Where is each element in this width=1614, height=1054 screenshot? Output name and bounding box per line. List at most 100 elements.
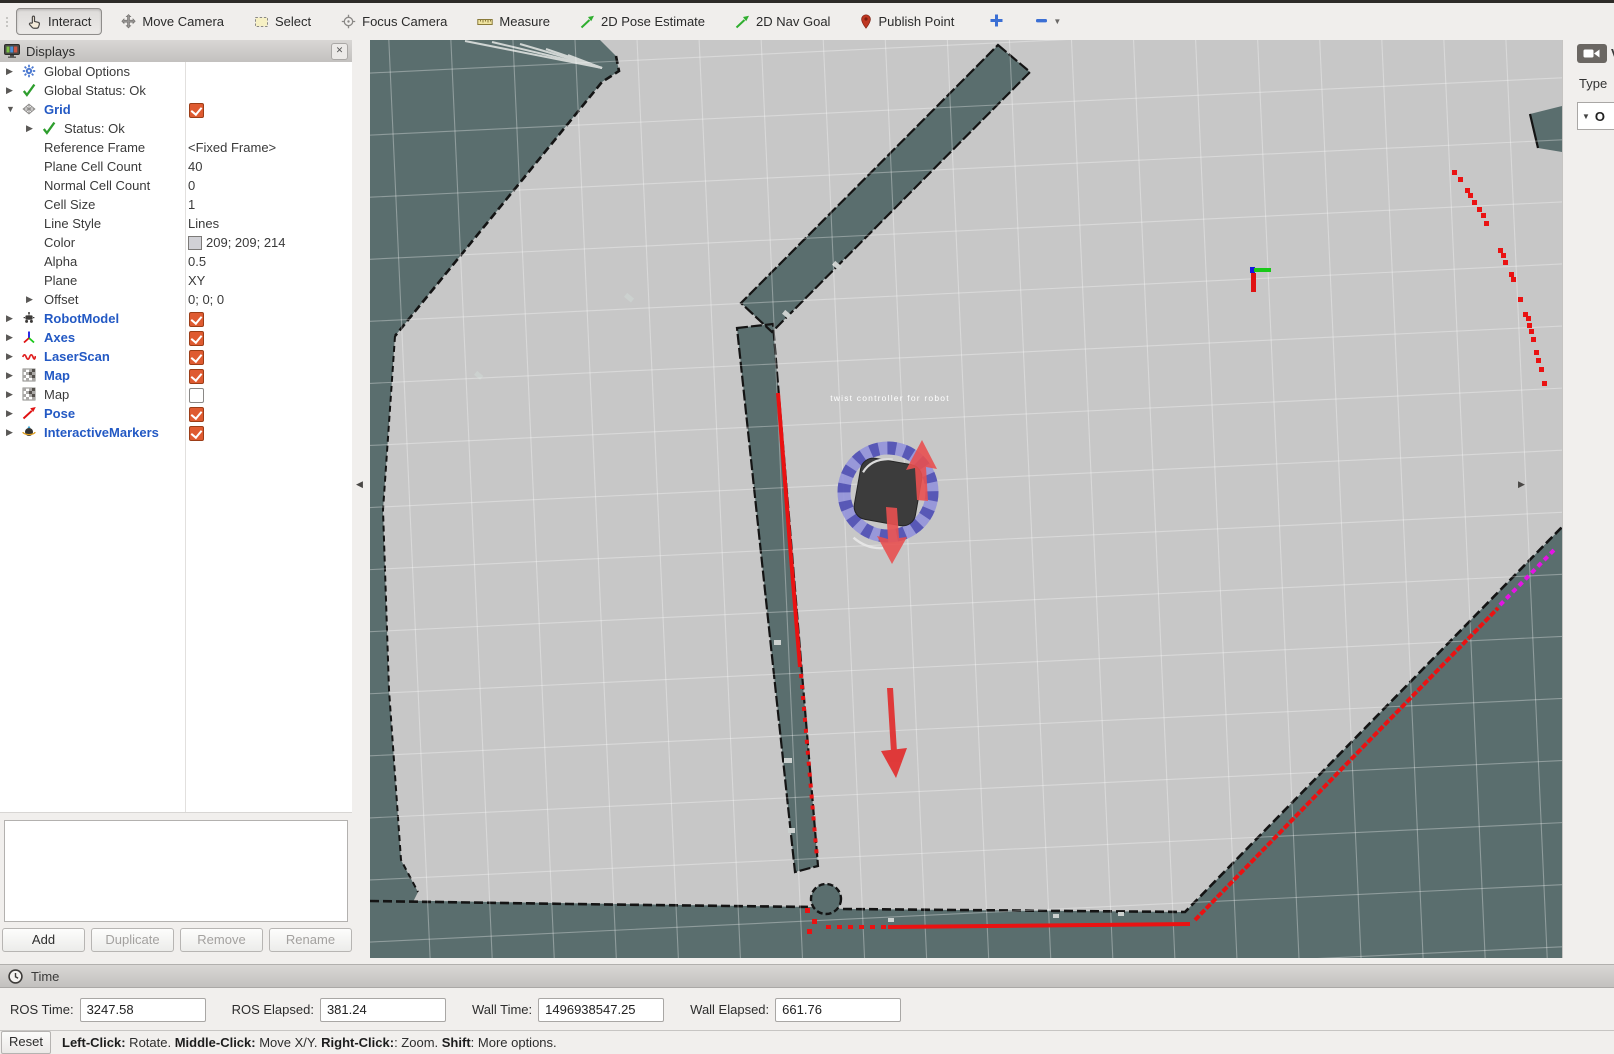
status-bar: Reset Left-Click: Rotate. Middle-Click: … xyxy=(0,1030,1614,1054)
tree-row-global-options[interactable]: ▶Global Options xyxy=(0,62,352,81)
render-viewport[interactable]: twist controller for robot xyxy=(370,40,1562,958)
green-arrow-icon xyxy=(580,15,595,29)
interactive-marker-icon xyxy=(22,425,36,444)
rename-button[interactable]: Rename xyxy=(269,928,352,952)
duplicate-button[interactable]: Duplicate xyxy=(91,928,174,952)
tree-row-laserscan[interactable]: ▶LaserScan xyxy=(0,347,352,366)
displays-panel-header[interactable]: Displays ✕ xyxy=(0,40,352,63)
tree-row-plane-cell-count[interactable]: Plane Cell Count40 xyxy=(0,157,352,176)
tree-row-map[interactable]: ▶Map xyxy=(0,385,352,404)
property-value[interactable]: 0 xyxy=(188,176,195,195)
expand-icon[interactable]: ▶ xyxy=(6,423,13,442)
hint-key: Right-Click: xyxy=(321,1035,394,1050)
enabled-checkbox-checked[interactable] xyxy=(189,350,204,365)
tool-plus[interactable] xyxy=(983,9,1010,35)
expand-icon[interactable]: ▶ xyxy=(6,385,13,404)
tree-row-offset[interactable]: ▶Offset0; 0; 0 xyxy=(0,290,352,309)
tree-row-axes[interactable]: ▶Axes xyxy=(0,328,352,347)
toolbar-drag-handle[interactable] xyxy=(2,10,12,34)
tree-row-label: Status: Ok xyxy=(64,119,125,138)
tool-interact[interactable]: Interact xyxy=(16,8,102,35)
tree-row-reference-frame[interactable]: Reference Frame<Fixed Frame> xyxy=(0,138,352,157)
property-value[interactable]: 209; 209; 214 xyxy=(188,233,286,252)
property-value-text: 1 xyxy=(188,195,195,214)
time-field-label: ROS Elapsed: xyxy=(232,1002,314,1017)
tool-measure[interactable]: Measure xyxy=(466,8,561,35)
enabled-checkbox-checked[interactable] xyxy=(189,312,204,327)
enabled-checkbox-unchecked[interactable] xyxy=(189,388,204,403)
enabled-checkbox-checked[interactable] xyxy=(189,331,204,346)
hint-action: : More options. xyxy=(471,1035,557,1050)
expand-icon[interactable]: ▶ xyxy=(26,290,33,309)
property-value[interactable]: 0; 0; 0 xyxy=(188,290,224,309)
time-fields: ROS Time:ROS Elapsed:Wall Time:Wall Elap… xyxy=(0,989,1614,1030)
property-value[interactable]: 40 xyxy=(188,157,202,176)
enabled-checkbox-checked[interactable] xyxy=(189,103,204,118)
select-icon xyxy=(254,15,269,29)
tree-row-plane[interactable]: Plane XY xyxy=(0,271,352,290)
time-field-input[interactable] xyxy=(320,998,446,1022)
tool-label: Publish Point xyxy=(878,14,954,29)
reset-button[interactable]: Reset xyxy=(1,1031,51,1054)
expand-icon[interactable]: ▶ xyxy=(26,119,33,138)
tree-row-map[interactable]: ▶Map xyxy=(0,366,352,385)
pin-icon xyxy=(860,14,872,29)
remove-button[interactable]: Remove xyxy=(180,928,263,952)
tree-row-normal-cell-count[interactable]: Normal Cell Count0 xyxy=(0,176,352,195)
tree-row-interactivemarkers[interactable]: ▶InteractiveMarkers xyxy=(0,423,352,442)
expand-icon[interactable]: ▶ xyxy=(6,81,13,100)
property-value-text: 40 xyxy=(188,157,202,176)
views-type-dropdown[interactable]: ▼ O xyxy=(1577,102,1614,130)
tree-row-robotmodel[interactable]: ▶RobotModel xyxy=(0,309,352,328)
expand-icon[interactable]: ▶ xyxy=(6,347,13,366)
enabled-checkbox-checked[interactable] xyxy=(189,426,204,441)
tree-row-grid[interactable]: ▼ Grid xyxy=(0,100,352,119)
expand-icon[interactable]: ▶ xyxy=(6,366,13,385)
tree-row-cell-size[interactable]: Cell Size1 xyxy=(0,195,352,214)
tool-select[interactable]: Select xyxy=(243,8,322,35)
property-value[interactable]: XY xyxy=(188,271,205,290)
views-type-label: Type xyxy=(1579,76,1607,91)
time-field-input[interactable] xyxy=(775,998,901,1022)
tree-row-label: Grid xyxy=(44,100,71,119)
tool-publish-point[interactable]: Publish Point xyxy=(849,8,965,35)
property-value[interactable]: 1 xyxy=(188,195,195,214)
close-icon[interactable]: ✕ xyxy=(331,43,348,60)
left-splitter[interactable] xyxy=(352,40,370,958)
property-value[interactable]: Lines xyxy=(188,214,219,233)
tree-row-label: Alpha xyxy=(44,252,77,271)
tree-row-alpha[interactable]: Alpha 0.5 xyxy=(0,252,352,271)
displays-panel: Displays ✕ ▶Global Options▶Global Status… xyxy=(0,40,352,958)
splitter-collapse-left-icon[interactable]: ◀ xyxy=(356,479,363,490)
tree-row-global-status-ok[interactable]: ▶Global Status: Ok xyxy=(0,81,352,100)
chevron-down-icon[interactable]: ▼ xyxy=(1053,17,1061,26)
property-value[interactable]: 0.5 xyxy=(188,252,206,271)
hint-action: Rotate. xyxy=(126,1035,175,1050)
time-field-input[interactable] xyxy=(80,998,206,1022)
time-panel-header[interactable]: Time xyxy=(0,964,1614,988)
enabled-checkbox-checked[interactable] xyxy=(189,407,204,422)
display-description-box xyxy=(4,820,348,922)
tree-row-line-style[interactable]: Line StyleLines xyxy=(0,214,352,233)
tool-focus-camera[interactable]: Focus Camera xyxy=(330,8,458,35)
expand-icon[interactable]: ▶ xyxy=(6,62,13,81)
tool-2d-nav-goal[interactable]: 2D Nav Goal xyxy=(724,8,841,35)
tool-move-camera[interactable]: Move Camera xyxy=(110,8,235,35)
tree-row-status-ok[interactable]: ▶ Status: Ok xyxy=(0,119,352,138)
expand-icon[interactable]: ▶ xyxy=(6,328,13,347)
property-value[interactable]: <Fixed Frame> xyxy=(188,138,276,157)
tree-row-color[interactable]: Color209; 209; 214 xyxy=(0,233,352,252)
enabled-checkbox-checked[interactable] xyxy=(189,369,204,384)
tool-2d-pose-estimate[interactable]: 2D Pose Estimate xyxy=(569,8,716,35)
expand-icon[interactable]: ▶ xyxy=(6,309,13,328)
expand-icon[interactable]: ▶ xyxy=(6,404,13,423)
tool-minus[interactable]: ▼ xyxy=(1028,9,1067,35)
tool-label: 2D Pose Estimate xyxy=(601,14,705,29)
splitter-collapse-right-icon[interactable]: ▶ xyxy=(1518,479,1525,490)
tree-row-label: Plane xyxy=(44,271,77,290)
collapse-icon[interactable]: ▼ xyxy=(6,100,15,119)
time-field-input[interactable] xyxy=(538,998,664,1022)
add-button[interactable]: Add xyxy=(2,928,85,952)
property-value-text: 0 xyxy=(188,176,195,195)
tree-row-pose[interactable]: ▶Pose xyxy=(0,404,352,423)
